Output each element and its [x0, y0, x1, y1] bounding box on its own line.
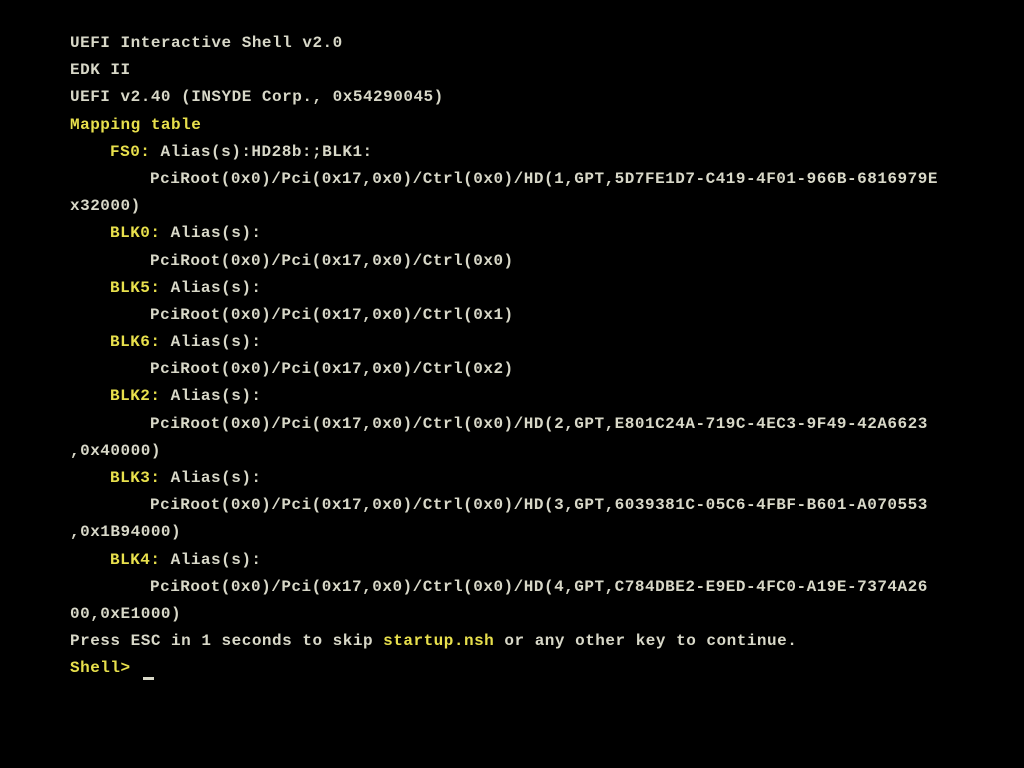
fs0-wrap: x32000) [70, 193, 1024, 220]
fs0-label: FS0: [110, 143, 150, 161]
header-line-2: EDK II [70, 57, 1024, 84]
blk2-path: PciRoot(0x0)/Pci(0x17,0x0)/Ctrl(0x0)/HD(… [70, 411, 1024, 438]
blk5-label: BLK5: [110, 279, 161, 297]
blk6-alias: Alias(s): [161, 333, 262, 351]
press-pre: Press ESC in 1 seconds to skip [70, 632, 383, 650]
blk4-label: BLK4: [110, 551, 161, 569]
blk3-entry: BLK3: Alias(s): [70, 465, 1024, 492]
fs0-path: PciRoot(0x0)/Pci(0x17,0x0)/Ctrl(0x0)/HD(… [70, 166, 1024, 193]
blk2-label: BLK2: [110, 387, 161, 405]
startup-nsh: startup.nsh [383, 632, 494, 650]
blk3-alias: Alias(s): [161, 469, 262, 487]
blk3-wrap: ,0x1B94000) [70, 519, 1024, 546]
blk6-path: PciRoot(0x0)/Pci(0x17,0x0)/Ctrl(0x2) [70, 356, 1024, 383]
blk4-entry: BLK4: Alias(s): [70, 547, 1024, 574]
blk0-entry: BLK0: Alias(s): [70, 220, 1024, 247]
press-post: or any other key to continue. [494, 632, 797, 650]
press-esc-message: Press ESC in 1 seconds to skip startup.n… [70, 628, 1024, 655]
blk5-alias: Alias(s): [161, 279, 262, 297]
cursor-icon [143, 677, 154, 680]
blk4-path: PciRoot(0x0)/Pci(0x17,0x0)/Ctrl(0x0)/HD(… [70, 574, 1024, 601]
shell-prompt-line[interactable]: Shell> [70, 655, 1024, 682]
blk5-path: PciRoot(0x0)/Pci(0x17,0x0)/Ctrl(0x1) [70, 302, 1024, 329]
blk3-path: PciRoot(0x0)/Pci(0x17,0x0)/Ctrl(0x0)/HD(… [70, 492, 1024, 519]
fs0-entry: FS0: Alias(s):HD28b:;BLK1: [70, 139, 1024, 166]
header-line-1: UEFI Interactive Shell v2.0 [70, 30, 1024, 57]
blk0-path: PciRoot(0x0)/Pci(0x17,0x0)/Ctrl(0x0) [70, 248, 1024, 275]
blk3-label: BLK3: [110, 469, 161, 487]
blk0-label: BLK0: [110, 224, 161, 242]
blk6-entry: BLK6: Alias(s): [70, 329, 1024, 356]
blk6-label: BLK6: [110, 333, 161, 351]
blk4-alias: Alias(s): [161, 551, 262, 569]
header-line-3: UEFI v2.40 (INSYDE Corp., 0x54290045) [70, 84, 1024, 111]
fs0-alias: Alias(s):HD28b:;BLK1: [150, 143, 372, 161]
shell-prompt: Shell> [70, 659, 141, 677]
blk2-wrap: ,0x40000) [70, 438, 1024, 465]
blk4-wrap: 00,0xE1000) [70, 601, 1024, 628]
blk2-alias: Alias(s): [161, 387, 262, 405]
blk5-entry: BLK5: Alias(s): [70, 275, 1024, 302]
blk2-entry: BLK2: Alias(s): [70, 383, 1024, 410]
blk0-alias: Alias(s): [161, 224, 262, 242]
mapping-table-title: Mapping table [70, 112, 1024, 139]
